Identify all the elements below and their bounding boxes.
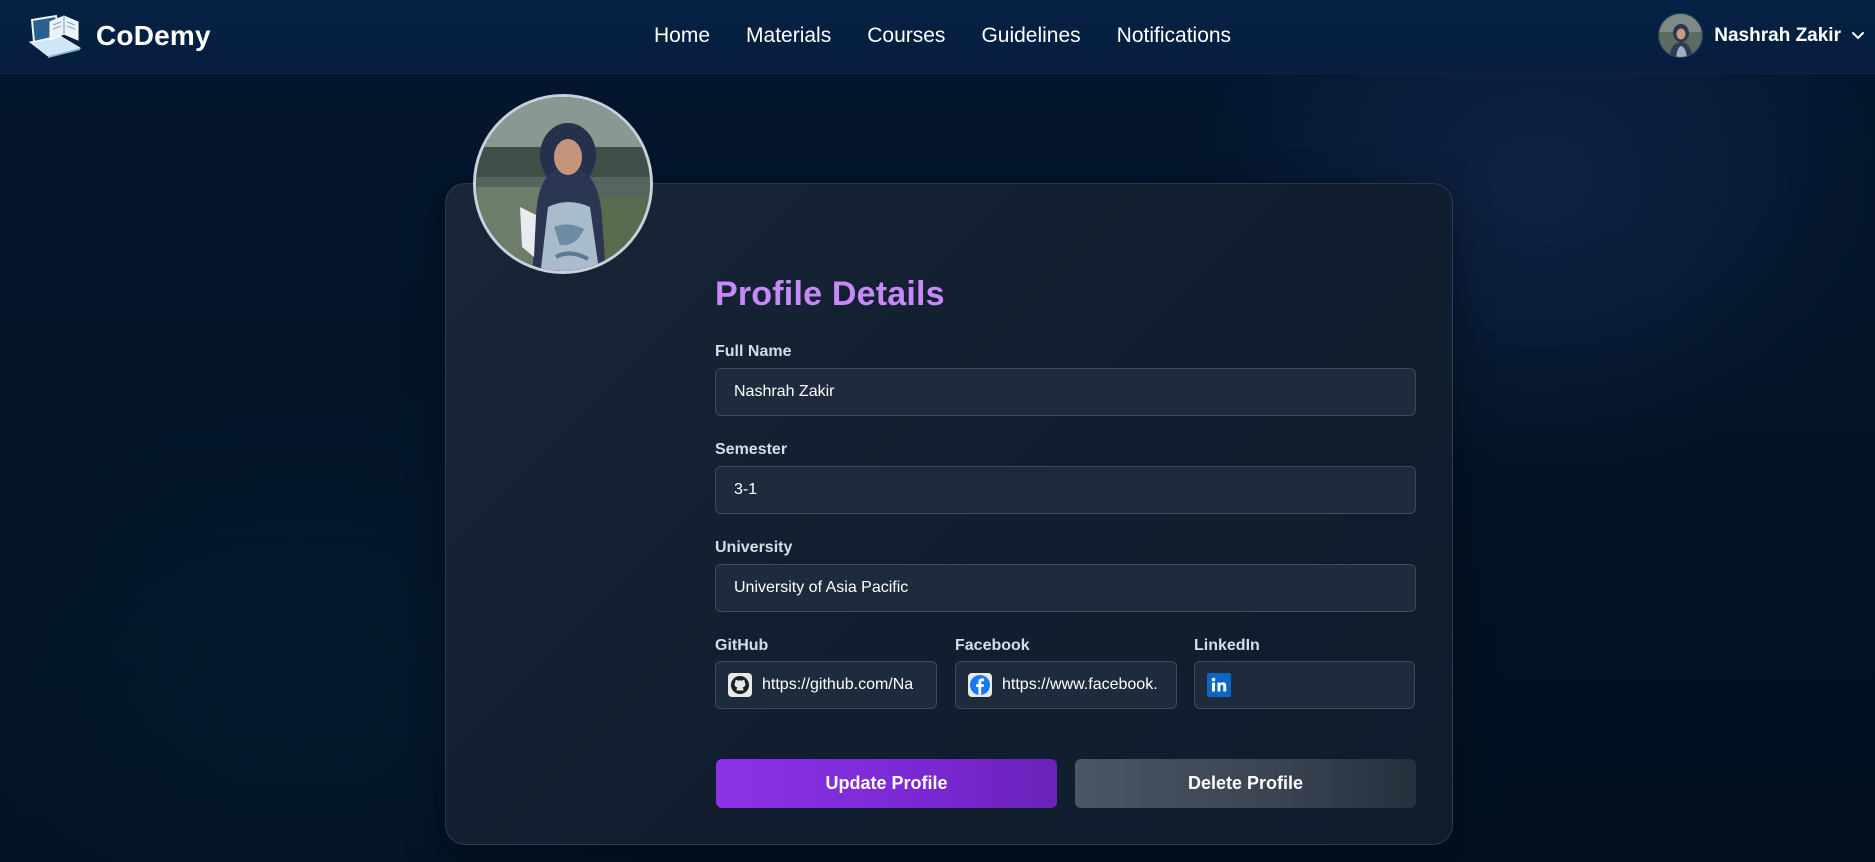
user-menu[interactable]: Nashrah Zakir xyxy=(1658,13,1865,58)
page-title: Profile Details xyxy=(715,275,945,313)
linkedin-field[interactable] xyxy=(1194,661,1415,709)
nav-courses[interactable]: Courses xyxy=(867,20,945,52)
nav-home[interactable]: Home xyxy=(654,20,710,52)
delete-profile-button[interactable]: Delete Profile xyxy=(1075,759,1416,808)
linkedin-input[interactable] xyxy=(1241,676,1401,694)
main-nav: Home Materials Courses Guidelines Notifi… xyxy=(654,20,1231,52)
profile-photo-image xyxy=(476,97,650,271)
avatar[interactable] xyxy=(1658,13,1704,58)
laptop-book-icon xyxy=(28,14,82,58)
linkedin-icon xyxy=(1207,673,1231,697)
profile-photo xyxy=(473,94,653,274)
facebook-icon xyxy=(968,673,992,697)
update-profile-button[interactable]: Update Profile xyxy=(716,759,1057,808)
university-label: University xyxy=(715,539,793,556)
github-label: GitHub xyxy=(715,637,769,654)
semester-input[interactable] xyxy=(715,466,1416,514)
github-field[interactable] xyxy=(715,661,937,709)
university-input[interactable] xyxy=(715,564,1416,612)
full-name-input[interactable] xyxy=(715,368,1416,416)
facebook-label: Facebook xyxy=(955,637,1030,654)
facebook-input[interactable] xyxy=(1002,676,1162,694)
facebook-field[interactable] xyxy=(955,661,1177,709)
avatar-photo xyxy=(1659,14,1703,57)
github-icon xyxy=(728,673,752,697)
user-name: Nashrah Zakir xyxy=(1714,24,1841,46)
github-input[interactable] xyxy=(762,676,922,694)
navbar: CoDemy Home Materials Courses Guidelines… xyxy=(0,0,1875,74)
brand-name: CoDemy xyxy=(96,20,211,51)
nav-materials[interactable]: Materials xyxy=(746,20,831,52)
nav-guidelines[interactable]: Guidelines xyxy=(981,20,1080,52)
nav-notifications[interactable]: Notifications xyxy=(1117,20,1231,52)
full-name-label: Full Name xyxy=(715,343,792,360)
profile-card xyxy=(445,183,1453,845)
linkedin-label: LinkedIn xyxy=(1194,637,1260,654)
chevron-down-icon[interactable] xyxy=(1851,31,1865,41)
brand[interactable]: CoDemy xyxy=(26,12,211,60)
semester-label: Semester xyxy=(715,441,788,458)
